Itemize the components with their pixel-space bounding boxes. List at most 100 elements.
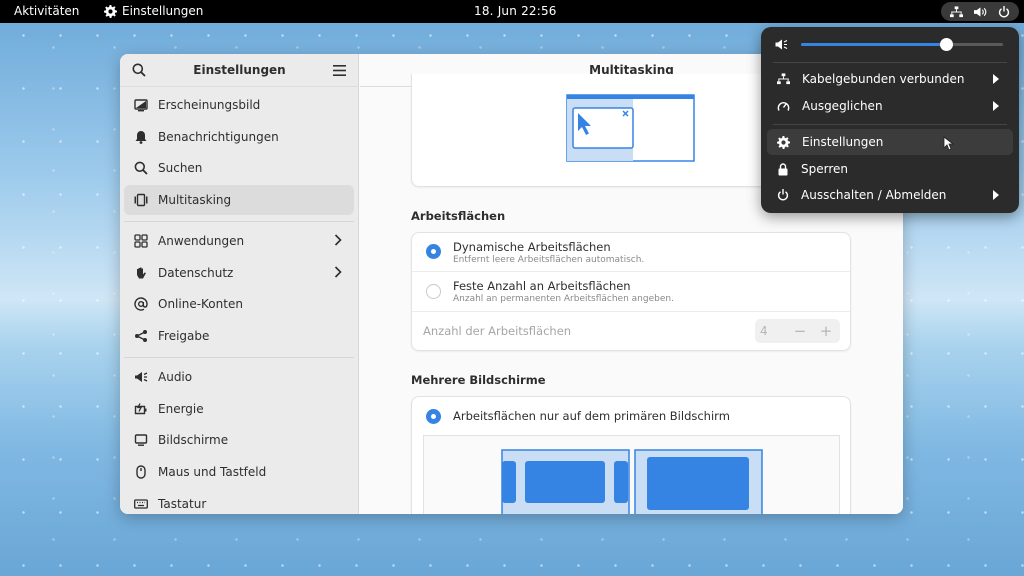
network-icon xyxy=(950,5,964,17)
dynamic-workspaces-title: Dynamische Arbeitsflächen xyxy=(453,240,611,254)
bell-icon xyxy=(135,131,147,144)
search-icon xyxy=(134,161,148,175)
sidebar: Einstellungen Erscheinungsbild Benachric… xyxy=(120,54,359,514)
volume-slider[interactable] xyxy=(801,38,1003,51)
chevron-right-icon xyxy=(334,234,342,246)
sidebar-divider xyxy=(124,221,354,222)
gear-icon xyxy=(104,4,117,18)
sidebar-item-label: Suchen xyxy=(158,161,203,175)
sidebar-item-label: Freigabe xyxy=(158,329,210,343)
appearance-icon xyxy=(134,99,148,112)
gear-icon xyxy=(777,135,790,149)
menu-item-label: Kabelgebunden verbunden xyxy=(802,72,965,86)
keyboard-icon xyxy=(134,499,148,509)
volume-slider-handle[interactable] xyxy=(939,38,953,51)
sidebar-item-label: Online-Konten xyxy=(158,297,243,311)
sidebar-item-bildschirme[interactable]: Bildschirme xyxy=(124,425,354,455)
mouse-pointer-icon xyxy=(943,136,954,151)
share-icon xyxy=(135,330,147,342)
fixed-workspaces-row[interactable]: Feste Anzahl an Arbeitsflächen Anzahl an… xyxy=(412,272,850,312)
menu-item-label: Ausgeglichen xyxy=(802,99,883,113)
lock-icon xyxy=(778,162,788,175)
workspace-count-label: Anzahl der Arbeitsflächen xyxy=(423,324,572,338)
multitasking-icon xyxy=(134,193,148,207)
sidebar-item-tastatur[interactable]: Tastatur xyxy=(124,489,354,514)
speaker-icon xyxy=(135,372,148,382)
dynamic-workspaces-row[interactable]: Dynamische Arbeitsflächen Entfernt leere… xyxy=(412,233,850,272)
menu-item-lock[interactable]: Sperren xyxy=(767,156,1013,182)
power-mode-icon xyxy=(777,101,790,111)
workspace-count-row: Anzahl der Arbeitsflächen 4 − + xyxy=(412,312,850,351)
workspaces-card: Dynamische Arbeitsflächen Entfernt leere… xyxy=(411,232,851,351)
mouse-icon xyxy=(136,465,146,479)
dynamic-workspaces-subtitle: Entfernt leere Arbeitsflächen automatisc… xyxy=(453,255,645,265)
system-menu: Kabelgebunden verbunden Ausgeglichen Ein… xyxy=(761,27,1019,213)
menu-item-wired-connection[interactable]: Kabelgebunden verbunden xyxy=(767,66,1013,92)
app-menu-button[interactable]: Einstellungen xyxy=(104,4,203,18)
menu-item-label: Einstellungen xyxy=(802,135,884,149)
submenu-arrow-icon xyxy=(993,101,999,111)
sidebar-item-label: Datenschutz xyxy=(158,266,234,280)
menu-divider xyxy=(773,124,1007,125)
menu-item-power-off[interactable]: Ausschalten / Abmelden xyxy=(767,182,1013,208)
clock[interactable]: 18. Jun 22:56 xyxy=(474,4,557,18)
hamburger-menu-icon[interactable] xyxy=(333,64,346,76)
sidebar-item-suchen[interactable]: Suchen xyxy=(124,153,354,183)
primary-only-radio[interactable] xyxy=(426,409,441,424)
search-icon[interactable] xyxy=(132,63,146,77)
multi-monitor-card: Arbeitsflächen nur auf dem primären Bild… xyxy=(411,396,851,514)
workspace-count-stepper[interactable]: 4 − + xyxy=(755,319,840,343)
sidebar-item-datenschutz[interactable]: Datenschutz xyxy=(124,258,354,288)
sidebar-item-maus-und-tastfeld[interactable]: Maus und Tastfeld xyxy=(124,457,354,487)
hot-corner-illustration xyxy=(566,94,695,162)
battery-icon xyxy=(134,403,147,415)
system-tray[interactable] xyxy=(941,2,1019,21)
sidebar-item-label: Benachrichtigungen xyxy=(158,130,279,144)
submenu-arrow-icon xyxy=(993,190,999,200)
sidebar-item-label: Bildschirme xyxy=(158,433,229,447)
volume-low-icon xyxy=(775,39,788,50)
menu-item-settings[interactable]: Einstellungen xyxy=(767,129,1013,155)
power-icon xyxy=(998,5,1009,17)
workspaces-heading: Arbeitsflächen xyxy=(411,209,506,223)
top-bar: Aktivitäten Einstellungen 18. Jun 22:56 xyxy=(0,0,1024,23)
primary-only-label[interactable]: Arbeitsflächen nur auf dem primären Bild… xyxy=(453,409,730,423)
at-icon xyxy=(134,297,148,311)
volume-icon xyxy=(973,6,987,17)
hand-icon xyxy=(137,267,146,279)
sidebar-item-anwendungen[interactable]: Anwendungen xyxy=(124,226,354,256)
sidebar-item-label: Multitasking xyxy=(158,193,232,207)
fixed-workspaces-subtitle: Anzahl an permanenten Arbeitsflächen ang… xyxy=(453,294,674,304)
sidebar-item-benachrichtigungen[interactable]: Benachrichtigungen xyxy=(124,122,354,152)
menu-item-power-mode[interactable]: Ausgeglichen xyxy=(767,93,1013,119)
sidebar-item-audio[interactable]: Audio xyxy=(124,362,354,392)
menu-divider xyxy=(773,62,1007,63)
apps-grid-icon xyxy=(134,234,148,248)
app-menu-label: Einstellungen xyxy=(122,4,204,18)
sidebar-header: Einstellungen xyxy=(120,54,358,87)
sidebar-title: Einstellungen xyxy=(193,63,286,77)
sidebar-divider xyxy=(124,357,354,358)
chevron-right-icon xyxy=(334,266,342,278)
sidebar-item-multitasking[interactable]: Multitasking xyxy=(124,185,354,215)
fixed-workspaces-title: Feste Anzahl an Arbeitsflächen xyxy=(453,279,631,293)
menu-item-label: Ausschalten / Abmelden xyxy=(801,188,947,202)
sidebar-item-online-konten[interactable]: Online-Konten xyxy=(124,289,354,319)
activities-button[interactable]: Aktivitäten xyxy=(14,4,79,18)
increment-button[interactable]: + xyxy=(813,322,839,340)
power-icon xyxy=(777,189,789,201)
decrement-button[interactable]: − xyxy=(787,322,813,340)
monitor-illustration xyxy=(501,449,763,514)
sidebar-item-freigabe[interactable]: Freigabe xyxy=(124,321,354,351)
sidebar-item-label: Audio xyxy=(158,370,193,384)
menu-item-label: Sperren xyxy=(801,162,848,176)
sidebar-item-energie[interactable]: Energie xyxy=(124,394,354,424)
monitor-icon xyxy=(134,434,148,446)
workspace-count-value[interactable]: 4 xyxy=(755,324,787,338)
sidebar-item-erscheinungsbild[interactable]: Erscheinungsbild xyxy=(124,90,354,120)
fixed-workspaces-radio[interactable] xyxy=(426,284,441,299)
sidebar-item-label: Energie xyxy=(158,402,204,416)
sidebar-item-label: Tastatur xyxy=(158,497,207,511)
dynamic-workspaces-radio[interactable] xyxy=(426,244,441,259)
multi-monitor-heading: Mehrere Bildschirme xyxy=(411,373,546,387)
